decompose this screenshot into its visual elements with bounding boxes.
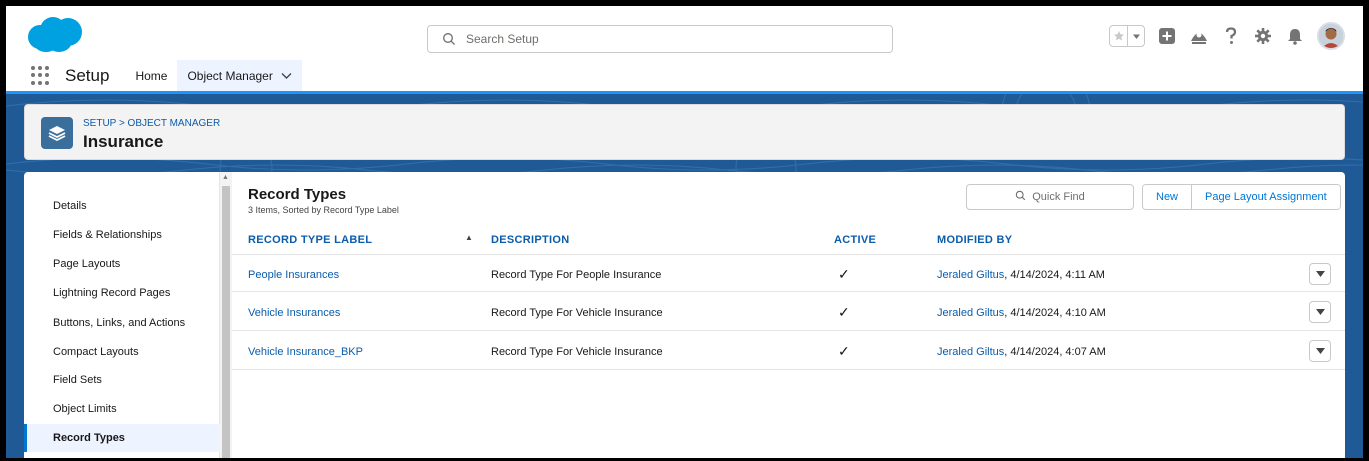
sidebar-item-record-types[interactable]: Record Types	[24, 424, 220, 452]
sidebar-item-field-sets[interactable]: Field Sets	[24, 366, 220, 394]
sidebar-item-label: Buttons, Links, and Actions	[53, 317, 186, 329]
star-icon[interactable]	[1110, 26, 1127, 46]
sidebar-item-label: Object Limits	[53, 403, 117, 415]
record-type-link[interactable]: People Insurances	[248, 269, 339, 281]
checkmark-icon: ✓	[838, 304, 850, 320]
sidebar-item-label: Details	[53, 200, 87, 212]
sidebar-item-details[interactable]: Details	[24, 192, 220, 220]
sidebar-item-buttons-links-actions[interactable]: Buttons, Links, and Actions	[24, 309, 220, 337]
new-button[interactable]: New	[1143, 185, 1192, 209]
sidebar-item-lightning-record-pages[interactable]: Lightning Record Pages	[24, 279, 220, 307]
sidebar-scrollbar[interactable]: ▲	[220, 172, 232, 458]
user-link[interactable]: Jeraled Giltus	[937, 307, 1004, 319]
stacked-layers-icon	[41, 117, 73, 149]
scrollbar-thumb[interactable]	[222, 186, 230, 458]
salesforce-logo-icon[interactable]	[26, 15, 84, 53]
checkmark-icon: ✓	[838, 343, 850, 359]
modified-by-cell: Jeraled Giltus, 4/14/2024, 4:11 AM	[937, 269, 1105, 281]
app-launcher-icon[interactable]	[31, 65, 51, 86]
app-name: Setup	[65, 65, 110, 85]
favorites-dropdown-icon[interactable]	[1127, 26, 1144, 46]
page-layout-assignment-button[interactable]: Page Layout Assignment	[1191, 185, 1340, 209]
record-type-link[interactable]: Vehicle Insurance_BKP	[248, 346, 363, 358]
scroll-up-icon[interactable]: ▲	[222, 174, 229, 181]
sort-asc-icon[interactable]: ▲	[465, 233, 473, 242]
column-header-label[interactable]: RECORD TYPE LABEL	[248, 234, 372, 246]
page-title: Insurance	[83, 132, 164, 151]
help-icon[interactable]	[1221, 26, 1241, 46]
sidebar-item-label: Lightning Record Pages	[53, 287, 171, 299]
column-header-active[interactable]: ACTIVE	[834, 234, 876, 246]
object-page-header: SETUP > OBJECT MANAGER Insurance	[24, 104, 1345, 160]
column-header-description[interactable]: DESCRIPTION	[491, 234, 569, 246]
tab-object-manager-label: Object Manager	[187, 68, 273, 83]
modified-by-cell: Jeraled Giltus, 4/14/2024, 4:07 AM	[937, 346, 1106, 358]
global-actions-icon[interactable]	[1157, 26, 1177, 46]
table-row: People Insurances Record Type For People…	[232, 254, 1345, 292]
modified-by-cell: Jeraled Giltus, 4/14/2024, 4:10 AM	[937, 307, 1106, 319]
record-type-description: Record Type For Vehicle Insurance	[491, 307, 663, 319]
quick-find-input[interactable]: Quick Find	[966, 184, 1134, 210]
gear-icon[interactable]	[1253, 26, 1273, 46]
search-placeholder: Search Setup	[466, 32, 539, 46]
sidebar-item-label: Record Types	[53, 432, 125, 444]
sidebar-item-page-layouts[interactable]: Page Layouts	[24, 250, 220, 278]
notifications-bell-icon[interactable]	[1285, 26, 1305, 46]
checkmark-icon: ✓	[838, 266, 850, 282]
table-row: Vehicle Insurance_BKP Record Type For Ve…	[232, 332, 1345, 370]
record-type-description: Record Type For People Insurance	[491, 269, 662, 281]
search-icon	[1015, 190, 1026, 204]
sidebar-item-object-limits[interactable]: Object Limits	[24, 395, 220, 423]
trailhead-icon[interactable]	[1189, 26, 1209, 46]
tab-object-manager[interactable]: Object Manager	[177, 60, 302, 94]
search-icon	[442, 32, 456, 46]
sidebar-item-fields-relationships[interactable]: Fields & Relationships	[24, 221, 220, 249]
record-type-link[interactable]: Vehicle Insurances	[248, 307, 340, 319]
modified-date: , 4/14/2024, 4:10 AM	[1004, 307, 1106, 319]
global-header: Search Setup	[6, 6, 1363, 60]
tab-home-label: Home	[135, 68, 168, 83]
table-header: RECORD TYPE LABEL ▲ DESCRIPTION ACTIVE M…	[232, 230, 1345, 250]
user-link[interactable]: Jeraled Giltus	[937, 269, 1004, 281]
quick-find-placeholder: Quick Find	[1032, 191, 1085, 203]
button-group: New Page Layout Assignment	[1142, 184, 1341, 210]
object-sidebar: Details Fields & Relationships Page Layo…	[24, 172, 220, 458]
tab-home[interactable]: Home	[125, 60, 177, 91]
sidebar-item-label: Page Layouts	[53, 258, 121, 270]
row-actions-dropdown[interactable]	[1309, 263, 1331, 285]
app-window: Search Setup Setup Home Object Manager S…	[6, 6, 1363, 458]
search-setup-input[interactable]: Search Setup	[427, 25, 893, 53]
row-actions-dropdown[interactable]	[1309, 340, 1331, 362]
user-link[interactable]: Jeraled Giltus	[937, 346, 1004, 358]
sidebar-item-compact-layouts[interactable]: Compact Layouts	[24, 338, 220, 366]
modified-date: , 4/14/2024, 4:11 AM	[1004, 269, 1105, 281]
header-actions	[1109, 22, 1345, 50]
app-nav-bar: Setup Home Object Manager	[6, 60, 1363, 94]
sidebar-item-label: Field Sets	[53, 374, 102, 386]
sidebar-item-label: Fields & Relationships	[53, 229, 162, 241]
record-types-view: Record Types 3 Items, Sorted by Record T…	[232, 172, 1345, 458]
modified-date: , 4/14/2024, 4:07 AM	[1004, 346, 1106, 358]
section-title: Record Types	[248, 186, 347, 203]
chevron-down-icon[interactable]	[281, 69, 292, 83]
section-subtitle: 3 Items, Sorted by Record Type Label	[248, 205, 399, 215]
breadcrumb[interactable]: SETUP > OBJECT MANAGER	[83, 118, 220, 129]
column-header-modified-by[interactable]: MODIFIED BY	[937, 234, 1012, 246]
sidebar-item-label: Compact Layouts	[53, 346, 139, 358]
row-actions-dropdown[interactable]	[1309, 301, 1331, 323]
favorites-button[interactable]	[1109, 25, 1145, 47]
table-row: Vehicle Insurances Record Type For Vehic…	[232, 293, 1345, 331]
user-avatar[interactable]	[1317, 22, 1345, 50]
record-type-description: Record Type For Vehicle Insurance	[491, 346, 663, 358]
content-panel: Details Fields & Relationships Page Layo…	[24, 172, 1345, 458]
